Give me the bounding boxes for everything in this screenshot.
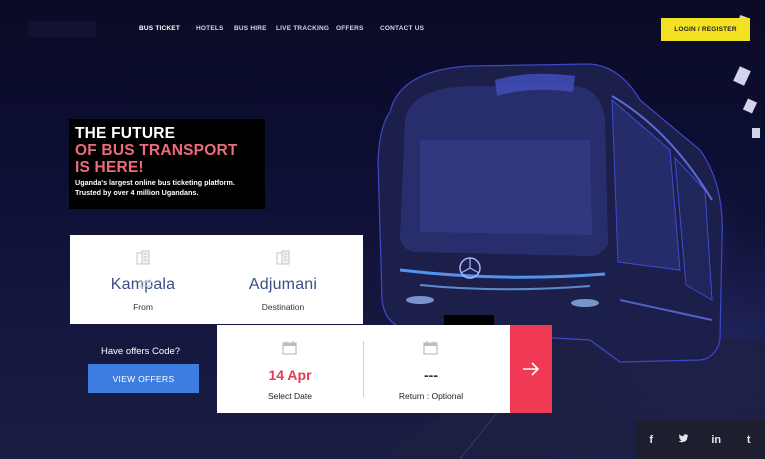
return-date-label: Return : Optional [398, 391, 464, 401]
login-register-button[interactable]: LOGIN / REGISTER [661, 18, 750, 41]
destination-city: Adjumani [248, 276, 318, 293]
from-label: From [133, 302, 153, 312]
hero-title-line-3: IS HERE! [75, 159, 144, 176]
arrow-right-icon [523, 362, 540, 376]
logo[interactable] [28, 21, 96, 37]
destination-label: Destination [261, 302, 305, 312]
calendar-icon [423, 341, 438, 355]
nav-item-bus-ticket[interactable]: BUS TICKET [139, 25, 196, 32]
hero-subtitle: Uganda's largest online bus ticketing pl… [75, 178, 265, 197]
hero-subtitle-line-2: Trusted by over 4 million Ugandans. [75, 187, 199, 197]
linkedin-icon[interactable]: in [706, 434, 726, 446]
decorative-block [444, 315, 494, 325]
date-selector-card: 14 Apr Select Date --- Return : Optional [217, 325, 510, 413]
nav-item-hotels[interactable]: HOTELS [196, 25, 234, 32]
return-date-field[interactable]: --- Return : Optional [358, 325, 504, 413]
swap-arrows-icon[interactable] [138, 279, 154, 289]
tumblr-icon[interactable]: t [739, 434, 759, 446]
hero-title-line-1: THE FUTURE [75, 125, 176, 142]
return-date-value: --- [424, 367, 438, 383]
nav-item-live-tracking[interactable]: LIVE TRACKING [276, 25, 336, 32]
hero-subtitle-line-1: Uganda's largest online bus ticketing pl… [75, 178, 235, 187]
building-icon [136, 250, 150, 265]
hero-headline-box: THE FUTURE OF BUS TRANSPORT IS HERE! Uga… [69, 119, 265, 209]
search-go-button[interactable] [510, 325, 552, 413]
hero-title-line-2: OF BUS TRANSPORT [75, 142, 238, 159]
route-selector-card: Kampala From Adjumani Destination [70, 235, 363, 324]
departure-date-field[interactable]: 14 Apr Select Date [217, 325, 363, 413]
departure-date-value: 14 Apr [268, 367, 312, 383]
twitter-bird-icon [678, 433, 689, 442]
departure-date-label: Select Date [268, 391, 312, 401]
calendar-icon [282, 341, 297, 355]
social-bar: f in t [635, 420, 765, 459]
main-nav: BUS TICKET HOTELS BUS HIRE LIVE TRACKING… [139, 25, 440, 32]
destination-field[interactable]: Adjumani Destination [210, 235, 356, 324]
twitter-icon[interactable] [674, 433, 694, 446]
nav-item-offers[interactable]: OFFERS [336, 25, 380, 32]
offers-code-prompt: Have offers Code? [101, 346, 181, 357]
nav-item-contact-us[interactable]: CONTACT US [380, 25, 440, 32]
nav-item-bus-hire[interactable]: BUS HIRE [234, 25, 276, 32]
view-offers-button[interactable]: VIEW OFFERS [88, 364, 199, 393]
building-icon [276, 250, 290, 265]
facebook-icon[interactable]: f [641, 434, 661, 446]
